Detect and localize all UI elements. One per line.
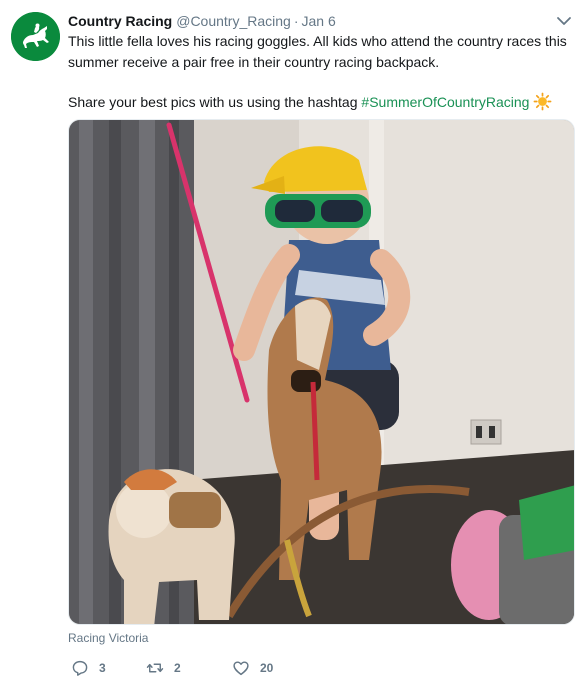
display-name[interactable]: Country Racing <box>68 13 172 29</box>
horse-jockey-logo-icon <box>11 12 60 61</box>
hashtag-link[interactable]: #SummerOfCountryRacing <box>361 94 529 110</box>
reply-count: 3 <box>99 661 106 675</box>
user-handle[interactable]: @Country_Racing <box>176 13 291 29</box>
tweet-photo[interactable] <box>68 119 575 625</box>
tweet-text-share: Share your best pics with us using the h… <box>68 94 358 110</box>
reply-button[interactable]: 3 <box>71 658 106 678</box>
tweet-text-line: This little fella loves his racing goggl… <box>68 33 567 49</box>
media-source-label[interactable]: Racing Victoria <box>68 631 148 645</box>
reply-icon <box>72 660 88 676</box>
tweet[interactable]: Country Racing @Country_Racing · Jan 6 This… <box>0 0 585 681</box>
photo-child-on-rocking-horse <box>69 120 574 624</box>
retweet-icon <box>146 663 164 673</box>
tweet-header: Country Racing @Country_Racing · Jan 6 <box>68 11 336 31</box>
like-button[interactable]: 20 <box>232 658 273 678</box>
avatar[interactable] <box>11 12 60 61</box>
tweet-date[interactable]: Jan 6 <box>302 13 336 29</box>
tweet-text-line: summer receive a pair free in their coun… <box>68 53 440 70</box>
tweet-text-line: Share your best pics with us using the h… <box>68 92 573 113</box>
retweet-count: 2 <box>174 661 181 675</box>
heart-icon <box>233 661 249 676</box>
tweet-text: This little fella loves his racing goggl… <box>68 31 573 113</box>
retweet-button[interactable]: 2 <box>146 658 181 678</box>
sun-icon <box>533 92 552 111</box>
separator-dot: · <box>293 13 299 29</box>
chevron-down-icon[interactable] <box>556 14 572 26</box>
like-count: 20 <box>260 661 274 675</box>
